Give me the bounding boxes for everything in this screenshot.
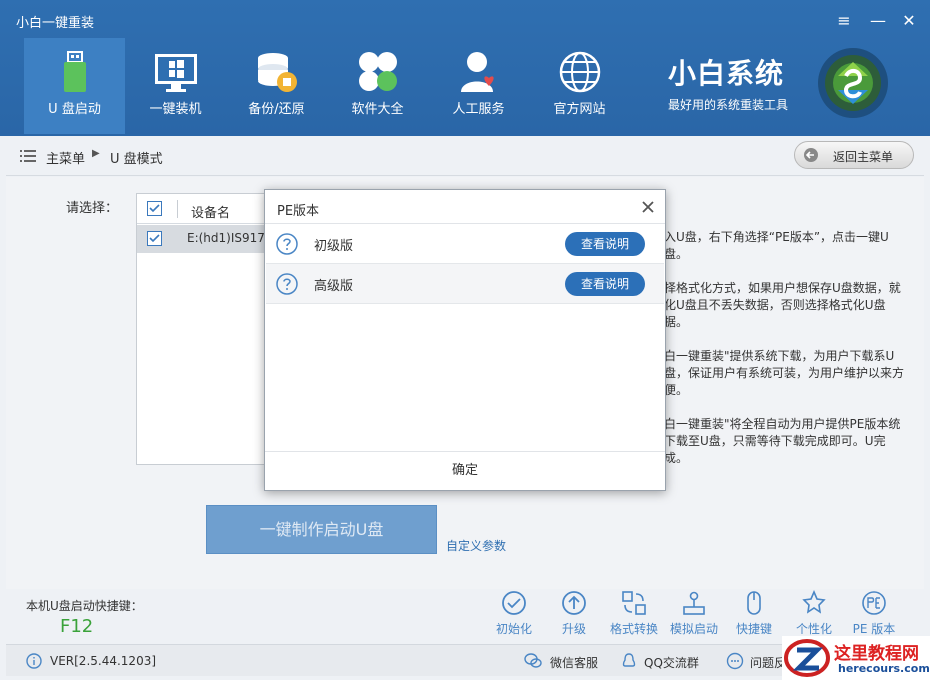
dialog-title: PE版本	[277, 204, 320, 219]
question-icon	[276, 233, 298, 255]
pe-option-label: 高级版	[314, 279, 354, 294]
view-description-button[interactable]: 查看说明	[565, 232, 645, 256]
question-icon	[276, 273, 298, 295]
view-description-button[interactable]: 查看说明	[565, 272, 645, 296]
pe-version-dialog: PE版本 初级版 查看说明 高级版 查看说明 确定	[264, 189, 666, 491]
pe-option-label: 初级版	[314, 239, 354, 254]
ok-button[interactable]: 确定	[415, 454, 515, 488]
pe-option-advanced[interactable]: 高级版 查看说明	[266, 264, 664, 304]
pe-option-basic[interactable]: 初级版 查看说明	[266, 224, 664, 264]
modal-overlay: PE版本 初级版 查看说明 高级版 查看说明 确定	[0, 0, 930, 680]
close-icon[interactable]	[639, 198, 657, 216]
dialog-divider	[265, 451, 665, 452]
